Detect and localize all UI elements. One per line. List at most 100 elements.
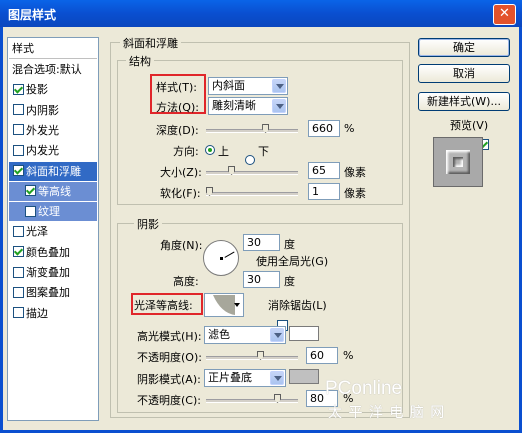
sidebar-item[interactable]: 光泽	[9, 222, 97, 241]
method-dropdown-value: 雕刻清晰	[212, 99, 256, 112]
sidebar-item-label: 纹理	[38, 205, 60, 219]
angle-dial-needle	[224, 251, 235, 258]
sidebar-item-checkbox[interactable]	[13, 246, 24, 258]
depth-unit: %	[344, 122, 355, 135]
method-label: 方法(Q):	[156, 101, 199, 114]
angle-dial-center	[220, 257, 223, 260]
soften-input[interactable]: 1	[308, 183, 340, 200]
watermark-logo: PConline	[325, 378, 403, 399]
sidebar-item-checkbox[interactable]	[13, 104, 24, 116]
highlight-opacity-track[interactable]	[206, 356, 298, 360]
sidebar-item[interactable]: 内阴影	[9, 101, 97, 120]
sidebar-item-checkbox[interactable]	[25, 205, 36, 217]
highlight-mode-label: 高光模式(H):	[137, 330, 202, 343]
window-title: 图层样式	[8, 8, 57, 22]
highlight-mode-value: 滤色	[208, 328, 230, 341]
style-label: 样式(T):	[156, 81, 198, 94]
sidebar-item-checkbox[interactable]	[13, 83, 24, 95]
preview-inner-shape	[453, 157, 463, 167]
highlight-color-swatch[interactable]	[289, 326, 319, 341]
soften-label: 软化(F):	[160, 187, 201, 200]
sidebar-item-checkbox[interactable]	[25, 185, 36, 197]
ok-button[interactable]: 确定	[418, 38, 510, 57]
direction-down-label: 下	[258, 145, 269, 158]
soften-unit: 像素	[344, 187, 366, 200]
angle-label: 角度(N):	[160, 239, 203, 252]
sidebar-item-checkbox[interactable]	[13, 286, 24, 298]
size-input[interactable]: 65	[308, 162, 340, 179]
sidebar-item-label: 渐变叠加	[26, 266, 70, 279]
sidebar-item[interactable]: 斜面和浮雕	[9, 161, 97, 181]
highlight-mode-dropdown[interactable]: 滤色	[204, 326, 286, 344]
shadow-color-swatch[interactable]	[289, 369, 319, 384]
global-light-label: 使用全局光(G)	[256, 255, 329, 268]
sidebar-item-checkbox[interactable]	[13, 144, 24, 156]
sidebar-item-label: 等高线	[38, 184, 71, 198]
sidebar-item-label: 内发光	[26, 144, 59, 158]
sidebar-item[interactable]: 外发光	[9, 121, 97, 140]
sidebar-item-checkbox[interactable]	[13, 266, 24, 278]
new-style-button[interactable]: 新建样式(W)...	[418, 92, 510, 111]
sidebar-header: 样式	[9, 39, 97, 59]
style-dropdown-value: 内斜面	[212, 79, 245, 92]
depth-label: 深度(D):	[156, 124, 199, 137]
gloss-contour-picker[interactable]	[204, 293, 244, 317]
sidebar-item[interactable]: 等高线	[9, 181, 97, 201]
sidebar-item-label: 混合选项:默认	[12, 63, 82, 76]
sidebar-item[interactable]: 颜色叠加	[9, 243, 97, 262]
direction-down-radio[interactable]	[245, 155, 255, 165]
sidebar-item-checkbox[interactable]	[13, 124, 24, 136]
sidebar-item-checkbox[interactable]	[13, 165, 24, 176]
sidebar-item-label: 斜面和浮雕	[26, 164, 81, 178]
anti-alias-label: 消除锯齿(L)	[268, 299, 327, 312]
sidebar-item[interactable]: 纹理	[9, 202, 97, 222]
sidebar-item[interactable]: 投影	[9, 80, 97, 99]
watermark-subtitle: 太 平 洋 电 脑 网	[328, 405, 446, 421]
cancel-button[interactable]: 取消	[418, 64, 510, 83]
sidebar-item[interactable]: 内发光	[9, 141, 97, 160]
shadow-mode-value: 正片叠底	[208, 371, 252, 384]
altitude-input[interactable]: 30	[243, 271, 280, 288]
style-dropdown[interactable]: 内斜面	[208, 77, 288, 95]
direction-label: 方向:	[173, 145, 199, 158]
altitude-label: 高度:	[173, 275, 199, 288]
style-preview-thumbnail	[433, 137, 483, 187]
chevron-down-icon	[270, 328, 284, 342]
sidebar-item-checkbox[interactable]	[13, 225, 24, 237]
direction-up-radio[interactable]	[205, 145, 215, 155]
direction-up-label: 上	[218, 145, 229, 158]
shading-title: 阴影	[134, 216, 162, 232]
soften-slider-track[interactable]	[206, 192, 298, 196]
size-label: 大小(Z):	[160, 166, 202, 179]
sidebar-item-label: 投影	[26, 83, 48, 97]
shadow-mode-dropdown[interactable]: 正片叠底	[204, 369, 286, 387]
sidebar-item[interactable]: 描边	[9, 304, 97, 323]
sidebar-item-checkbox[interactable]	[13, 307, 24, 319]
sidebar-item[interactable]: 渐变叠加	[9, 263, 97, 282]
sidebar-item-label: 内阴影	[26, 103, 59, 117]
close-button[interactable]: ✕	[493, 4, 516, 25]
sidebar-item-label: 光泽	[26, 225, 48, 239]
chevron-down-icon	[272, 79, 286, 93]
shadow-opacity-label: 不透明度(C):	[137, 394, 201, 407]
sidebar-item-label: 颜色叠加	[26, 245, 70, 259]
highlight-opacity-input[interactable]: 60	[306, 347, 338, 364]
shadow-opacity-track[interactable]	[206, 399, 298, 403]
chevron-down-icon	[234, 303, 240, 307]
highlight-opacity-label: 不透明度(O):	[137, 351, 202, 364]
shadow-mode-label: 阴影模式(A):	[137, 373, 201, 386]
method-dropdown[interactable]: 雕刻清晰	[208, 97, 288, 115]
angle-dial[interactable]	[203, 240, 239, 276]
size-slider-track[interactable]	[206, 171, 298, 175]
angle-input[interactable]: 30	[243, 234, 280, 251]
contour-preview-icon	[207, 295, 235, 315]
sidebar-item[interactable]: 图案叠加	[9, 283, 97, 302]
depth-slider-track[interactable]	[206, 129, 298, 133]
sidebar-item-label: 描边	[26, 306, 48, 320]
sidebar-item[interactable]: 混合选项:默认	[9, 60, 100, 79]
depth-input[interactable]: 660	[308, 120, 340, 137]
angle-unit: 度	[284, 238, 295, 251]
chevron-down-icon	[272, 99, 286, 113]
chevron-down-icon	[270, 371, 284, 385]
highlight-opacity-unit: %	[343, 349, 354, 362]
